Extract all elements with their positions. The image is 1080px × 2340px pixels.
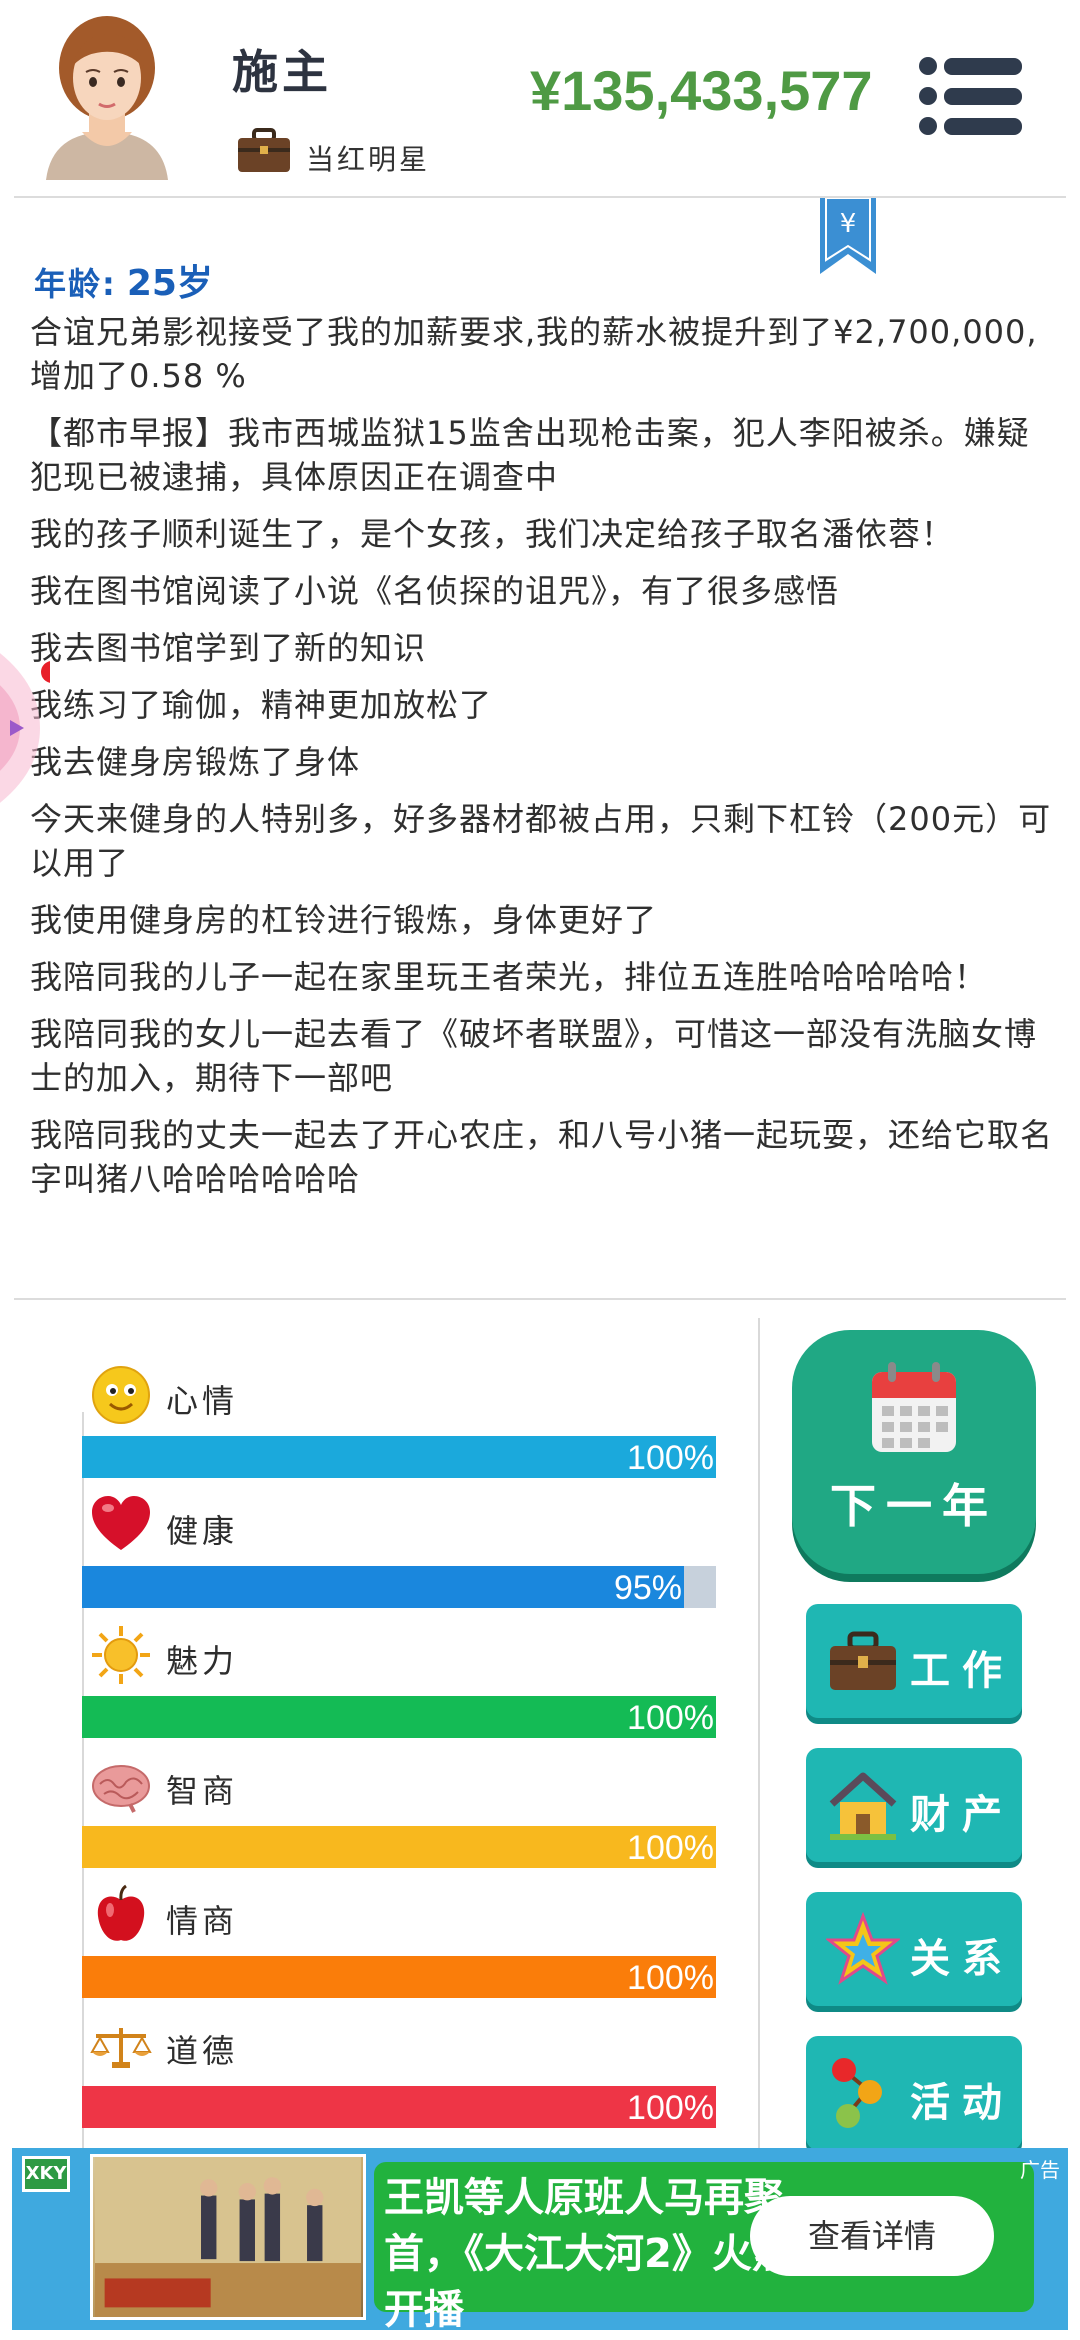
log-entry: 我陪同我的儿子一起在家里玩王者荣光，排位五连胜哈哈哈哈哈！ bbox=[30, 958, 988, 996]
stat-bar: 100% bbox=[82, 2086, 716, 2128]
property-label: 财产 bbox=[910, 1792, 1014, 1838]
stat-value: 100% bbox=[627, 1699, 714, 1737]
work-button[interactable]: 工作 bbox=[806, 1604, 1022, 1718]
activities-label: 活动 bbox=[910, 2080, 1014, 2126]
stat-label: 情商 bbox=[166, 1902, 239, 1940]
ad-cta-button[interactable]: 查看详情 bbox=[750, 2196, 994, 2276]
stat-value: 95% bbox=[613, 1569, 682, 1607]
column-divider bbox=[758, 1318, 760, 2158]
stat-value: 100% bbox=[627, 1829, 714, 1867]
property-button[interactable]: 财产 bbox=[806, 1748, 1022, 1862]
player-name: 施主 bbox=[232, 45, 332, 99]
stat-bar-fill bbox=[82, 1826, 716, 1868]
stat-label: 心情 bbox=[166, 1382, 239, 1420]
log-entry: 合谊兄弟影视接受了我的加薪要求,我的薪水被提升到了¥2,700,000,增加了0… bbox=[30, 313, 1038, 395]
yuan-bookmark-icon[interactable]: ¥ bbox=[820, 198, 876, 276]
stat-bar: 100% bbox=[82, 1826, 716, 1868]
stat-label: 魅力 bbox=[166, 1642, 239, 1680]
log-entry: 我陪同我的女儿一起去看了《破坏者联盟》，可惜这一部没有洗脑女博士的加入，期待下一… bbox=[30, 1015, 1038, 1097]
log-entry: 今天来健身的人特别多，好多器材都被占用，只剩下杠铃（200元）可以用了 bbox=[30, 800, 1052, 882]
header: 施主 当红明星 ¥135,433,577 bbox=[0, 0, 1080, 196]
ad-title-box[interactable]: 王凯等人原班人马再聚首，《大江大河2》火热开播 查看详情 bbox=[374, 2162, 1034, 2333]
relations-button[interactable]: 关系 bbox=[806, 1892, 1022, 2006]
stat-label: 健康 bbox=[166, 1512, 239, 1550]
stat-bar-fill bbox=[82, 1436, 716, 1478]
header-divider bbox=[14, 196, 1066, 198]
log-entry: 我去图书馆学到了新的知识 bbox=[30, 629, 427, 667]
stat-value: 100% bbox=[627, 1439, 714, 1477]
relations-label: 关系 bbox=[910, 1936, 1014, 1982]
stat-value: 100% bbox=[627, 2089, 714, 2127]
job-title: 当红明星 bbox=[306, 143, 431, 176]
ad-banner[interactable]: XKY 王凯等人原班人马再聚首，《大江大河2》火热开播 查看详情 广告 bbox=[12, 2148, 1068, 2333]
avatar[interactable] bbox=[42, 10, 172, 180]
calendar-icon bbox=[872, 1362, 956, 1452]
star-icon bbox=[826, 1912, 900, 1985]
log-divider bbox=[14, 1298, 1066, 1300]
stat-label: 道德 bbox=[166, 2032, 239, 2070]
stat-bar-fill bbox=[82, 2086, 716, 2128]
stat-bar: 100% bbox=[82, 1956, 716, 1998]
age-value: 25岁 bbox=[126, 263, 213, 304]
ad-tag: 广告 bbox=[1020, 2158, 1060, 2182]
log-entry: 我的孩子顺利诞生了，是个女孩，我们决定给孩子取名潘依蓉！ bbox=[30, 515, 955, 553]
stat-bar-fill bbox=[82, 1566, 685, 1608]
apple-icon bbox=[97, 1884, 145, 1941]
log-entry: 【都市早报】我市西城监狱15监舍出现枪击案，犯人李阳被杀。嫌疑犯现已被逮捕，具体… bbox=[30, 414, 1030, 496]
work-label: 工作 bbox=[910, 1648, 1014, 1694]
log-entry: 我去健身房锻炼了身体 bbox=[30, 743, 361, 781]
money-display: ¥135,433,577 bbox=[530, 59, 873, 122]
age-row: 年龄: 25岁 bbox=[34, 254, 213, 306]
house-icon bbox=[829, 1772, 897, 1840]
activity-dots-icon bbox=[832, 2058, 882, 2128]
log-entry: 我练习了瑜伽，精神更加放松了 bbox=[30, 686, 493, 724]
next-year-label: 下一年 bbox=[830, 1479, 998, 1533]
floating-assistant-icon[interactable] bbox=[0, 628, 50, 828]
ad-image[interactable] bbox=[90, 2154, 366, 2320]
stat-bar: 100% bbox=[82, 1696, 716, 1738]
heart-icon bbox=[92, 1496, 150, 1550]
log-entry: 我使用健身房的杠铃进行锻炼，身体更好了 bbox=[30, 901, 658, 939]
stat-value: 100% bbox=[627, 1959, 714, 1997]
event-log[interactable]: 合谊兄弟影视接受了我的加薪要求,我的薪水被提升到了¥2,700,000,增加了0… bbox=[30, 310, 1060, 1214]
stats-axis-line bbox=[82, 1412, 84, 2152]
smiley-icon bbox=[92, 1366, 150, 1424]
age-label: 年龄: bbox=[34, 265, 117, 303]
svg-text:¥: ¥ bbox=[840, 209, 857, 239]
briefcase-icon bbox=[830, 1631, 896, 1690]
briefcase-icon bbox=[238, 128, 290, 172]
sun-icon bbox=[92, 1626, 150, 1684]
stat-label: 智商 bbox=[166, 1772, 239, 1810]
stat-bar-fill bbox=[82, 1696, 716, 1738]
stat-bar-fill bbox=[82, 1956, 716, 1998]
log-entry: 我陪同我的丈夫一起去了开心农庄，和八号小猪一起玩耍，还给它取名字叫猪八哈哈哈哈哈… bbox=[30, 1116, 1054, 1198]
menu-icon[interactable] bbox=[918, 54, 1024, 138]
ad-logo: XKY bbox=[22, 2156, 70, 2192]
next-year-button[interactable]: 下一年 bbox=[792, 1330, 1036, 1574]
stat-bar: 100% bbox=[82, 1436, 716, 1478]
log-entry: 我在图书馆阅读了小说《名侦探的诅咒》，有了很多感悟 bbox=[30, 572, 840, 610]
scales-icon bbox=[90, 2028, 152, 2068]
activities-button[interactable]: 活动 bbox=[806, 2036, 1022, 2150]
brain-icon bbox=[92, 1765, 150, 1813]
stat-bar: 95% bbox=[82, 1566, 716, 1608]
